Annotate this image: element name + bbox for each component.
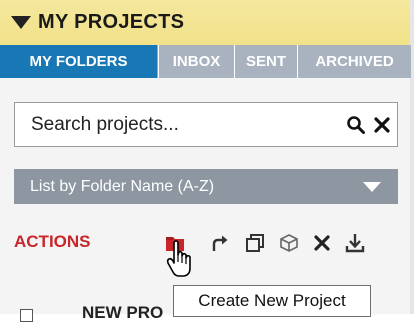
- chevron-down-icon: [363, 182, 381, 192]
- tooltip: Create New Project: [173, 285, 371, 317]
- share-icon[interactable]: [209, 232, 231, 254]
- search-input[interactable]: [15, 103, 315, 146]
- tab-my-folders[interactable]: MY FOLDERS: [0, 45, 157, 78]
- hand-cursor-icon: [166, 240, 191, 277]
- folder-tabs: MY FOLDERS INBOX SENT ARCHIVED: [0, 45, 411, 78]
- duplicate-icon[interactable]: [244, 232, 266, 254]
- list-item-label: NEW PRO: [82, 303, 164, 322]
- collapse-arrow-icon[interactable]: [11, 16, 31, 29]
- tab-sent[interactable]: SENT: [234, 45, 297, 78]
- panel-title: MY PROJECTS: [38, 11, 185, 33]
- search-box: [14, 102, 398, 147]
- sort-dropdown[interactable]: List by Folder Name (A-Z): [14, 169, 398, 204]
- download-icon[interactable]: [344, 232, 366, 254]
- panel-header[interactable]: MY PROJECTS: [0, 0, 410, 46]
- tab-inbox[interactable]: INBOX: [158, 45, 234, 78]
- sort-selected-value: List by Folder Name (A-Z): [30, 178, 215, 195]
- cube-icon[interactable]: [278, 232, 300, 254]
- tab-archived[interactable]: ARCHIVED: [297, 45, 411, 78]
- delete-icon[interactable]: [311, 232, 333, 254]
- expand-icon[interactable]: [20, 309, 33, 322]
- clear-search-icon[interactable]: [372, 115, 392, 135]
- search-icon[interactable]: [346, 115, 366, 135]
- actions-label: ACTIONS: [14, 232, 91, 251]
- projects-panel: MY PROJECTS MY FOLDERS INBOX SENT ARCHIV…: [0, 0, 414, 322]
